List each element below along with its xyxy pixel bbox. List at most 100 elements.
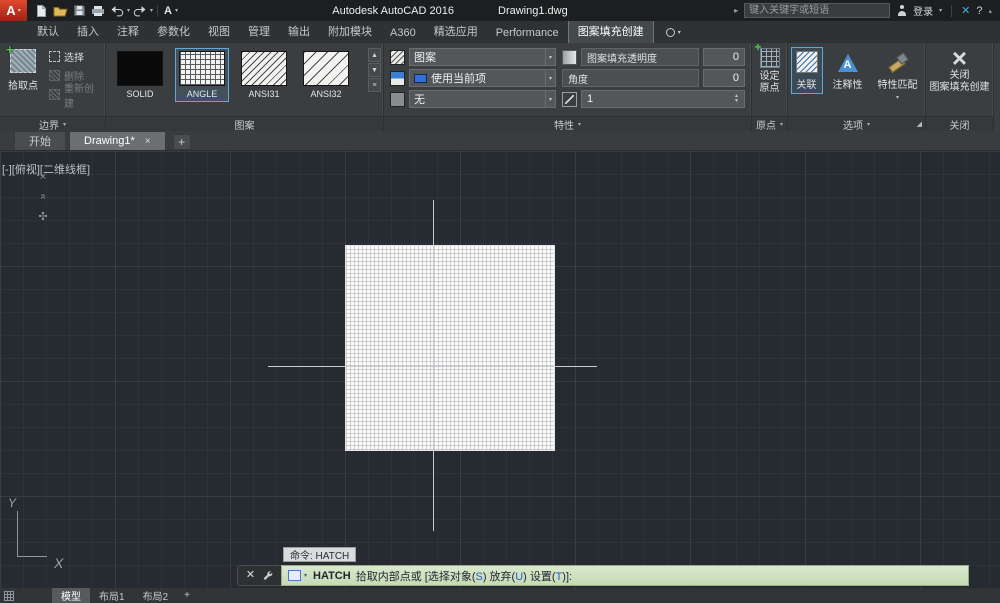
ribbon-tab-parametric[interactable]: 参数化 <box>148 19 199 43</box>
set-origin-label-line1: 设定 <box>759 71 780 82</box>
command-options-icon[interactable] <box>288 570 301 581</box>
chevron-down-icon: ▾ <box>577 121 581 128</box>
new-layout-button[interactable]: + <box>177 590 197 601</box>
gallery-scroll-down-button[interactable]: ▼ <box>368 63 381 77</box>
chevron-down-icon: ▾ <box>17 8 21 14</box>
redo-button[interactable] <box>131 2 149 19</box>
ribbon-tab-performance[interactable]: Performance <box>487 23 568 43</box>
search-scope-caret[interactable]: ▸ <box>734 6 738 15</box>
annotative-button[interactable]: 注释性 <box>828 47 868 94</box>
layout-list-icon[interactable] <box>4 590 14 601</box>
save-button[interactable] <box>70 2 88 19</box>
command-close-icon[interactable]: ✕ <box>246 570 255 581</box>
swatch-label: ANGLE <box>186 89 218 99</box>
associative-button[interactable]: 关联 <box>790 47 823 94</box>
ribbon-tab-view[interactable]: 视图 <box>199 19 239 43</box>
chevron-down-icon: ▾ <box>62 121 66 128</box>
angle-value-box[interactable]: 0 <box>703 69 745 87</box>
match-properties-button[interactable]: 特性匹配 ▾ <box>873 47 923 104</box>
signin-button[interactable]: 登录 <box>913 3 933 18</box>
ribbon-tab-manage[interactable]: 管理 <box>239 19 279 43</box>
ribbon-tab-annotate[interactable]: 注释 <box>108 19 148 43</box>
new-file-button[interactable] <box>32 2 50 19</box>
help-icon[interactable]: ? <box>976 5 982 17</box>
ribbon-tab-a360[interactable]: A360 <box>381 23 425 43</box>
application-menu-button[interactable]: A ▾ <box>0 0 27 21</box>
navbar-close-icon[interactable]: × <box>40 171 46 183</box>
navbar-pan-icon[interactable]: ✣ <box>38 210 47 223</box>
hatched-rectangle[interactable] <box>345 245 555 451</box>
ribbon-tab-output[interactable]: 输出 <box>279 19 319 43</box>
ribbon-tab-featured-apps[interactable]: 精选应用 <box>425 19 487 43</box>
match-properties-label: 特性匹配 <box>877 80 918 91</box>
ribbon-tab-addins[interactable]: 附加模块 <box>319 19 381 43</box>
drawing-viewport[interactable]: [-][俯视][二维线框] × » ✣ Y X 命令: HATCH ✕ ▾ HA… <box>0 151 1000 588</box>
new-file-icon <box>36 4 46 17</box>
set-origin-button[interactable]: 设定 原点 <box>752 43 787 95</box>
navbar-collapse-icon[interactable]: » <box>38 194 49 200</box>
pattern-panel-footer[interactable]: 图案 <box>106 116 383 132</box>
options-panel-footer[interactable]: 选项 ▾ ◢ <box>788 116 925 132</box>
pattern-swatch-solid[interactable]: SOLID <box>113 48 167 102</box>
pattern-swatch-ansi32[interactable]: ANSI32 <box>299 48 353 102</box>
exchange-apps-icon[interactable]: ✕ <box>961 4 970 17</box>
select-objects-button[interactable]: 选择 <box>46 48 105 65</box>
chevron-down-icon: ▾ <box>304 573 308 579</box>
new-drawing-tab-button[interactable]: + <box>172 134 191 150</box>
pick-points-button[interactable]: + 拾取点 <box>0 43 46 116</box>
spinner-down-icon: ▼ <box>734 98 739 104</box>
scale-spinner[interactable]: ▲ ▼ <box>734 94 739 104</box>
undo-button[interactable] <box>108 2 126 19</box>
pattern-swatch-angle[interactable]: ANGLE <box>175 48 229 102</box>
swatch-label: ANSI31 <box>248 89 280 99</box>
origin-panel: 设定 原点 原点▾ <box>752 43 788 132</box>
model-tab[interactable]: 模型 <box>52 588 90 603</box>
close-panel-footer: 关闭 <box>926 116 993 132</box>
scale-value-box[interactable]: 1 ▲ ▼ <box>581 90 745 108</box>
gallery-expand-button[interactable]: ≡ <box>368 78 381 92</box>
wrench-icon[interactable] <box>261 570 273 582</box>
command-input-field[interactable]: ▾ HATCH 拾取内部点或 [选择对象(S) 放弃(U) 设置(T)]: <box>281 565 969 586</box>
file-tab-drawing1[interactable]: Drawing1* × <box>69 131 166 150</box>
document-title: Drawing1.dwg <box>498 4 568 17</box>
transparency-value-box[interactable]: 0 <box>703 48 745 66</box>
transparency-field[interactable]: 图案填充透明度 <box>581 48 699 66</box>
gallery-scroll-up-button[interactable]: ▲ <box>368 48 381 62</box>
ribbon-tab-insert[interactable]: 插入 <box>68 19 108 43</box>
properties-panel: 图案 ▾ 图案填充透明度 0 使用当前项 ▾ 角度 0 无 ▾ 1 ▲ ▼ 特性… <box>384 43 752 132</box>
properties-panel-footer[interactable]: 特性 ▾ <box>384 116 751 132</box>
hatch-color-dropdown[interactable]: 使用当前项 ▾ <box>409 69 556 87</box>
close-tab-icon[interactable]: × <box>145 136 151 147</box>
layout1-tab[interactable]: 布局1 <box>90 588 134 603</box>
signin-caret[interactable]: ▾ <box>939 7 942 14</box>
ribbon-toggle-icon <box>665 28 675 37</box>
origin-panel-footer[interactable]: 原点 ▾ <box>752 116 787 132</box>
select-objects-icon <box>49 51 60 62</box>
file-tab-start[interactable]: 开始 <box>14 131 66 150</box>
help-search-input[interactable] <box>744 3 891 18</box>
close-panel: × 关闭 图案填充创建 关闭 <box>926 43 994 132</box>
workspace-button[interactable]: A <box>162 5 174 17</box>
pattern-swatch-ansi31[interactable]: ANSI31 <box>237 48 291 102</box>
recreate-boundary-button[interactable]: 重新创建 <box>46 84 105 110</box>
background-color-dropdown[interactable]: 无 ▾ <box>409 90 556 108</box>
redo-dropdown-caret[interactable]: ▾ <box>150 7 153 14</box>
gallery-scroll-controls: ▲ ▼ ≡ <box>368 48 381 92</box>
ribbon-tab-home[interactable]: 默认 <box>28 19 68 43</box>
close-hatch-creation-button[interactable]: × 关闭 图案填充创建 <box>926 43 993 94</box>
hatch-scale-icon <box>562 91 577 107</box>
dialog-launcher-icon[interactable]: ◢ <box>917 120 922 128</box>
collapse-icon[interactable]: ▴ <box>988 7 992 15</box>
boundaries-panel-footer[interactable]: 边界 ▾ <box>0 116 105 132</box>
qat-customize-caret[interactable]: ▾ <box>175 7 178 14</box>
option-key-s[interactable]: S <box>475 571 482 583</box>
undo-dropdown-caret[interactable]: ▾ <box>127 7 130 14</box>
open-file-button[interactable] <box>51 2 69 19</box>
option-key-u[interactable]: U <box>515 571 523 583</box>
angle-field[interactable]: 角度 <box>562 69 699 87</box>
ribbon-tab-hatch-creation[interactable]: 图案填充创建 <box>567 19 654 43</box>
hatch-type-dropdown[interactable]: 图案 ▾ <box>409 48 556 66</box>
ribbon-display-toggle[interactable]: ▾ <box>665 28 681 43</box>
layout2-tab[interactable]: 布局2 <box>134 588 178 603</box>
plot-button[interactable] <box>89 2 107 19</box>
